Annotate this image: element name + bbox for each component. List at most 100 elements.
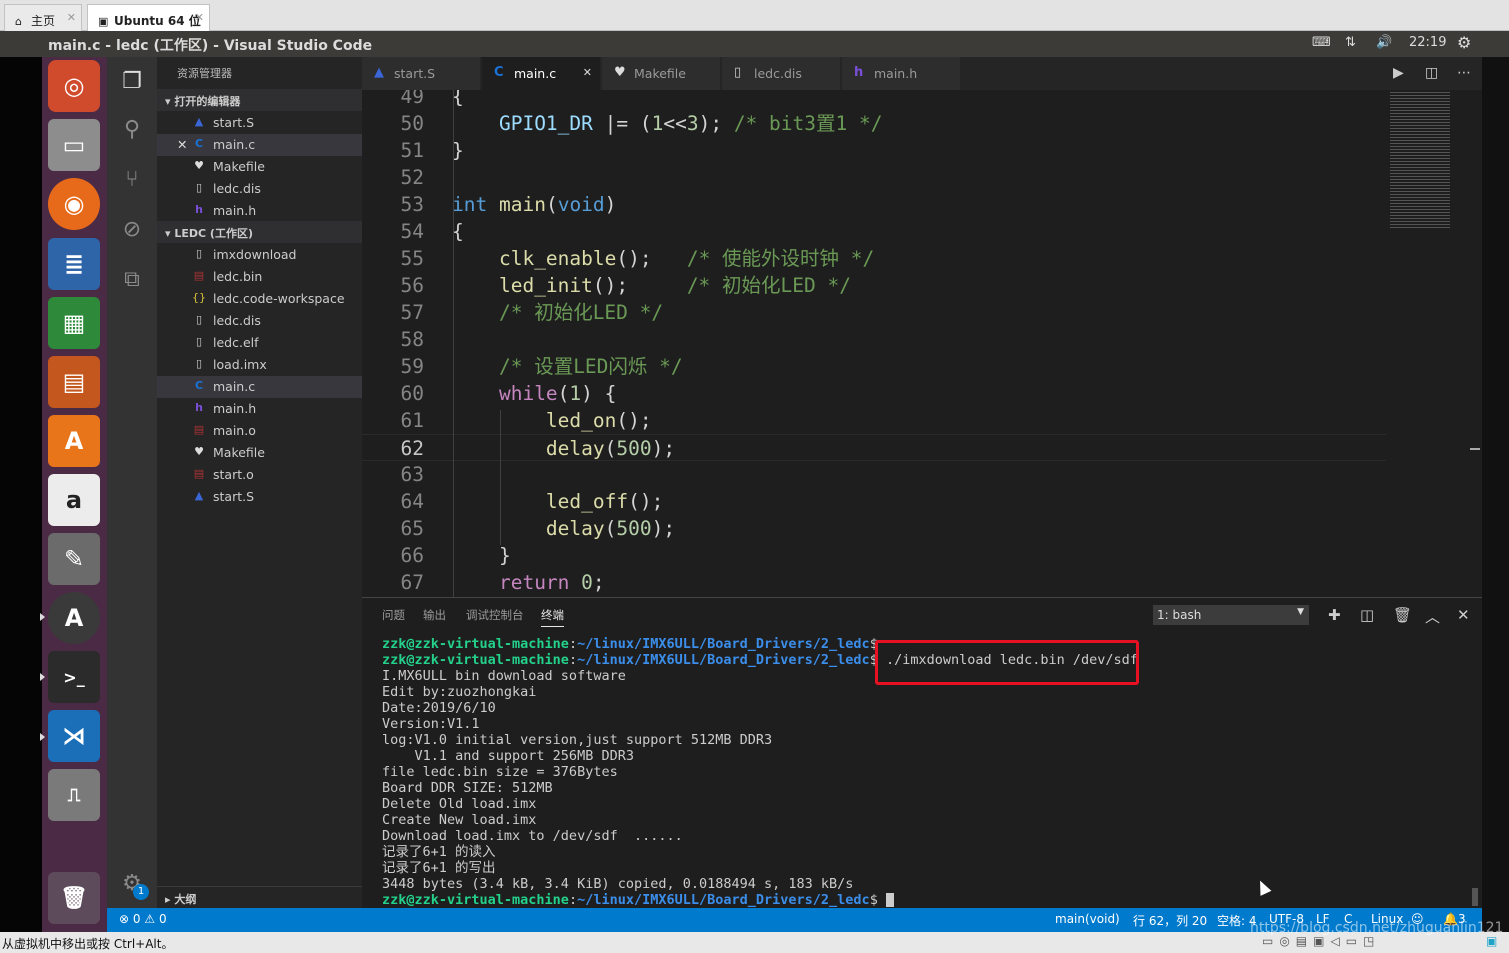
volume-icon[interactable]: 🔊 — [1376, 35, 1392, 50]
files-icon[interactable]: ▭ — [48, 119, 100, 171]
usb-drive-icon[interactable]: ⎍ — [48, 769, 100, 821]
close-icon[interactable]: ✕ — [67, 11, 76, 24]
settings-tools-icon[interactable]: ✎ — [48, 533, 100, 585]
file-item[interactable]: ▯ ledc.dis — [157, 310, 362, 332]
file-item[interactable]: ▯ ledc.elf — [157, 332, 362, 354]
source-control-icon[interactable]: ⑂ — [107, 159, 157, 199]
close-icon[interactable]: ✕ — [583, 66, 592, 79]
terminal-scrollbar[interactable] — [1472, 888, 1478, 906]
close-icon[interactable]: ✕ — [177, 137, 187, 152]
updater-icon[interactable]: A — [48, 592, 100, 644]
file-item[interactable]: {} ledc.code-workspace — [157, 288, 362, 310]
gear-badge: 1 — [133, 884, 149, 900]
file-icon: ▯ — [195, 313, 203, 326]
code-editor[interactable]: 49{50 GPIO1_DR |= (1<<3); /* bit3置1 */51… — [362, 90, 1482, 597]
add-terminal-icon[interactable]: ✚ — [1328, 606, 1341, 624]
file-item[interactable]: ▤ start.o — [157, 464, 362, 486]
maximize-panel-icon[interactable]: ︿ — [1425, 606, 1440, 627]
software-center-icon[interactable]: A — [48, 415, 100, 467]
workspace-header[interactable]: ▾ LEDC (工作区) — [157, 221, 362, 243]
file-label: imxdownload — [213, 247, 297, 262]
terminal-select[interactable]: 1: bash ▼ — [1153, 605, 1309, 625]
trash-icon[interactable]: 🗑 — [48, 872, 100, 924]
tab-label: main.c — [514, 66, 557, 81]
open-editor-item[interactable]: ♥ Makefile — [157, 156, 362, 178]
tab-debug-console[interactable]: 调试控制台 — [466, 607, 524, 623]
open-editor-item[interactable]: ▯ ledc.dis — [157, 178, 362, 200]
file-item[interactable]: h main.h — [157, 398, 362, 420]
tab-main-h[interactable]: h main.h — [842, 57, 961, 90]
file-item[interactable]: ▯ imxdownload — [157, 244, 362, 266]
keyboard-icon[interactable]: ⌨ — [1312, 35, 1331, 50]
tab-makefile[interactable]: ♥ Makefile — [602, 57, 721, 90]
tab-problems[interactable]: 问题 — [382, 607, 405, 623]
code-token: ( — [545, 193, 558, 216]
calc-icon[interactable]: ▦ — [48, 297, 100, 349]
code-text: } — [452, 542, 511, 569]
code-line: 62 delay(500); — [362, 434, 1472, 461]
more-actions-icon[interactable]: ⋯ — [1457, 65, 1471, 81]
workspace-label: LEDC (工作区) — [174, 227, 253, 240]
open-editor-item[interactable]: ✕ Cmain.c — [157, 134, 362, 156]
firefox-icon[interactable]: ◉ — [48, 178, 100, 230]
terminal-icon[interactable]: >_ — [48, 651, 100, 703]
vm-tab-home[interactable]: ⌂ 主页 ✕ — [4, 4, 82, 31]
vscode-icon[interactable]: ⋊ — [48, 710, 100, 762]
clock[interactable]: 22:19 — [1409, 35, 1446, 50]
file-item[interactable]: ▯ load.imx — [157, 354, 362, 376]
problems-status[interactable]: ⊗ 0 ⚠ 0 — [119, 912, 167, 926]
file-item[interactable]: ▲ start.S — [157, 486, 362, 508]
code-text: led_init(); /* 初始化LED */ — [452, 272, 851, 299]
open-editor-item[interactable]: h main.h — [157, 200, 362, 222]
ubuntu-dash-icon[interactable]: ◎ — [48, 60, 100, 112]
file-item[interactable]: ▤ main.o — [157, 420, 362, 442]
writer-icon[interactable]: ≣ — [48, 238, 100, 290]
tab-main-c[interactable]: Cmain.c ✕ — [482, 57, 601, 90]
split-editor-icon[interactable]: ◫ — [1425, 65, 1438, 81]
vm-tab-ubuntu[interactable]: ▣ Ubuntu 64 位 ✕ — [87, 4, 210, 31]
gear-icon[interactable]: ⚙ — [107, 863, 157, 903]
prompt-path: ~/linux/IMX6ULL/Board_Drivers/2_ledc — [577, 636, 870, 652]
close-panel-icon[interactable]: ✕ — [1457, 606, 1470, 624]
bin-icon: ▤ — [193, 467, 205, 480]
tab-ledc-dis[interactable]: ▯ ledc.dis — [722, 57, 841, 90]
amazon-icon[interactable]: a — [48, 474, 100, 526]
search-icon[interactable]: ⚲ — [107, 109, 157, 149]
open-editors-header[interactable]: ▾ 打开的编辑器 — [157, 89, 362, 111]
code-token: 1 — [651, 112, 664, 135]
unity-launcher: ◎ ▭ ◉ ≣ ▦ ▤ A a ✎ A >_ ⋊ ⎍ 🗑 — [40, 57, 107, 932]
close-icon[interactable]: ✕ — [195, 11, 204, 24]
run-icon[interactable]: ▶ — [1393, 65, 1404, 81]
tab-start-s[interactable]: ▲ start.S — [362, 57, 481, 90]
vm-device-icons[interactable]: ▭◎▤▣◁▭◳ — [1262, 934, 1380, 948]
code-token: /* 设置LED闪烁 */ — [498, 355, 683, 378]
tab-output[interactable]: 输出 — [423, 607, 446, 623]
debug-icon[interactable]: ⊘ — [107, 209, 157, 249]
split-terminal-icon[interactable]: ◫ — [1360, 606, 1374, 624]
extensions-icon[interactable]: ⧉ — [107, 259, 157, 299]
indent-guide — [500, 410, 501, 545]
file-label: ledc.elf — [213, 335, 259, 350]
window-title: main.c - ledc (工作区) - Visual Studio Code — [48, 38, 373, 54]
warning-count: 0 — [158, 912, 167, 926]
outline-header[interactable]: ▸ 大纲 — [157, 886, 362, 908]
code-line: 67 return 0; — [362, 569, 1472, 596]
vm-message-icon[interactable]: ▣ — [1486, 934, 1497, 948]
explorer-icon[interactable]: ❐ — [107, 61, 157, 101]
ubuntu-top-bar: main.c - ledc (工作区) - Visual Studio Code… — [0, 31, 1509, 57]
trash-terminal-icon[interactable]: 🗑 — [1393, 606, 1412, 624]
open-editor-item[interactable]: ▲ start.S — [157, 112, 362, 134]
code-token: led_on — [545, 409, 617, 432]
minimap[interactable] — [1386, 90, 1482, 597]
file-item[interactable]: Cmain.c — [157, 376, 362, 398]
power-gear-icon[interactable]: ⚙ — [1457, 33, 1471, 52]
file-label: main.h — [213, 401, 257, 416]
file-icon: ▯ — [734, 65, 742, 80]
cursor-position[interactable]: 行 62，列 20 — [1133, 912, 1207, 929]
file-item[interactable]: ♥ Makefile — [157, 442, 362, 464]
network-icon[interactable]: ⇅ — [1345, 35, 1356, 50]
tab-terminal[interactable]: 终端 — [541, 607, 564, 627]
impress-icon[interactable]: ▤ — [48, 356, 100, 408]
file-item[interactable]: ▤ ledc.bin — [157, 266, 362, 288]
scope-status[interactable]: main(void) — [1055, 912, 1120, 926]
